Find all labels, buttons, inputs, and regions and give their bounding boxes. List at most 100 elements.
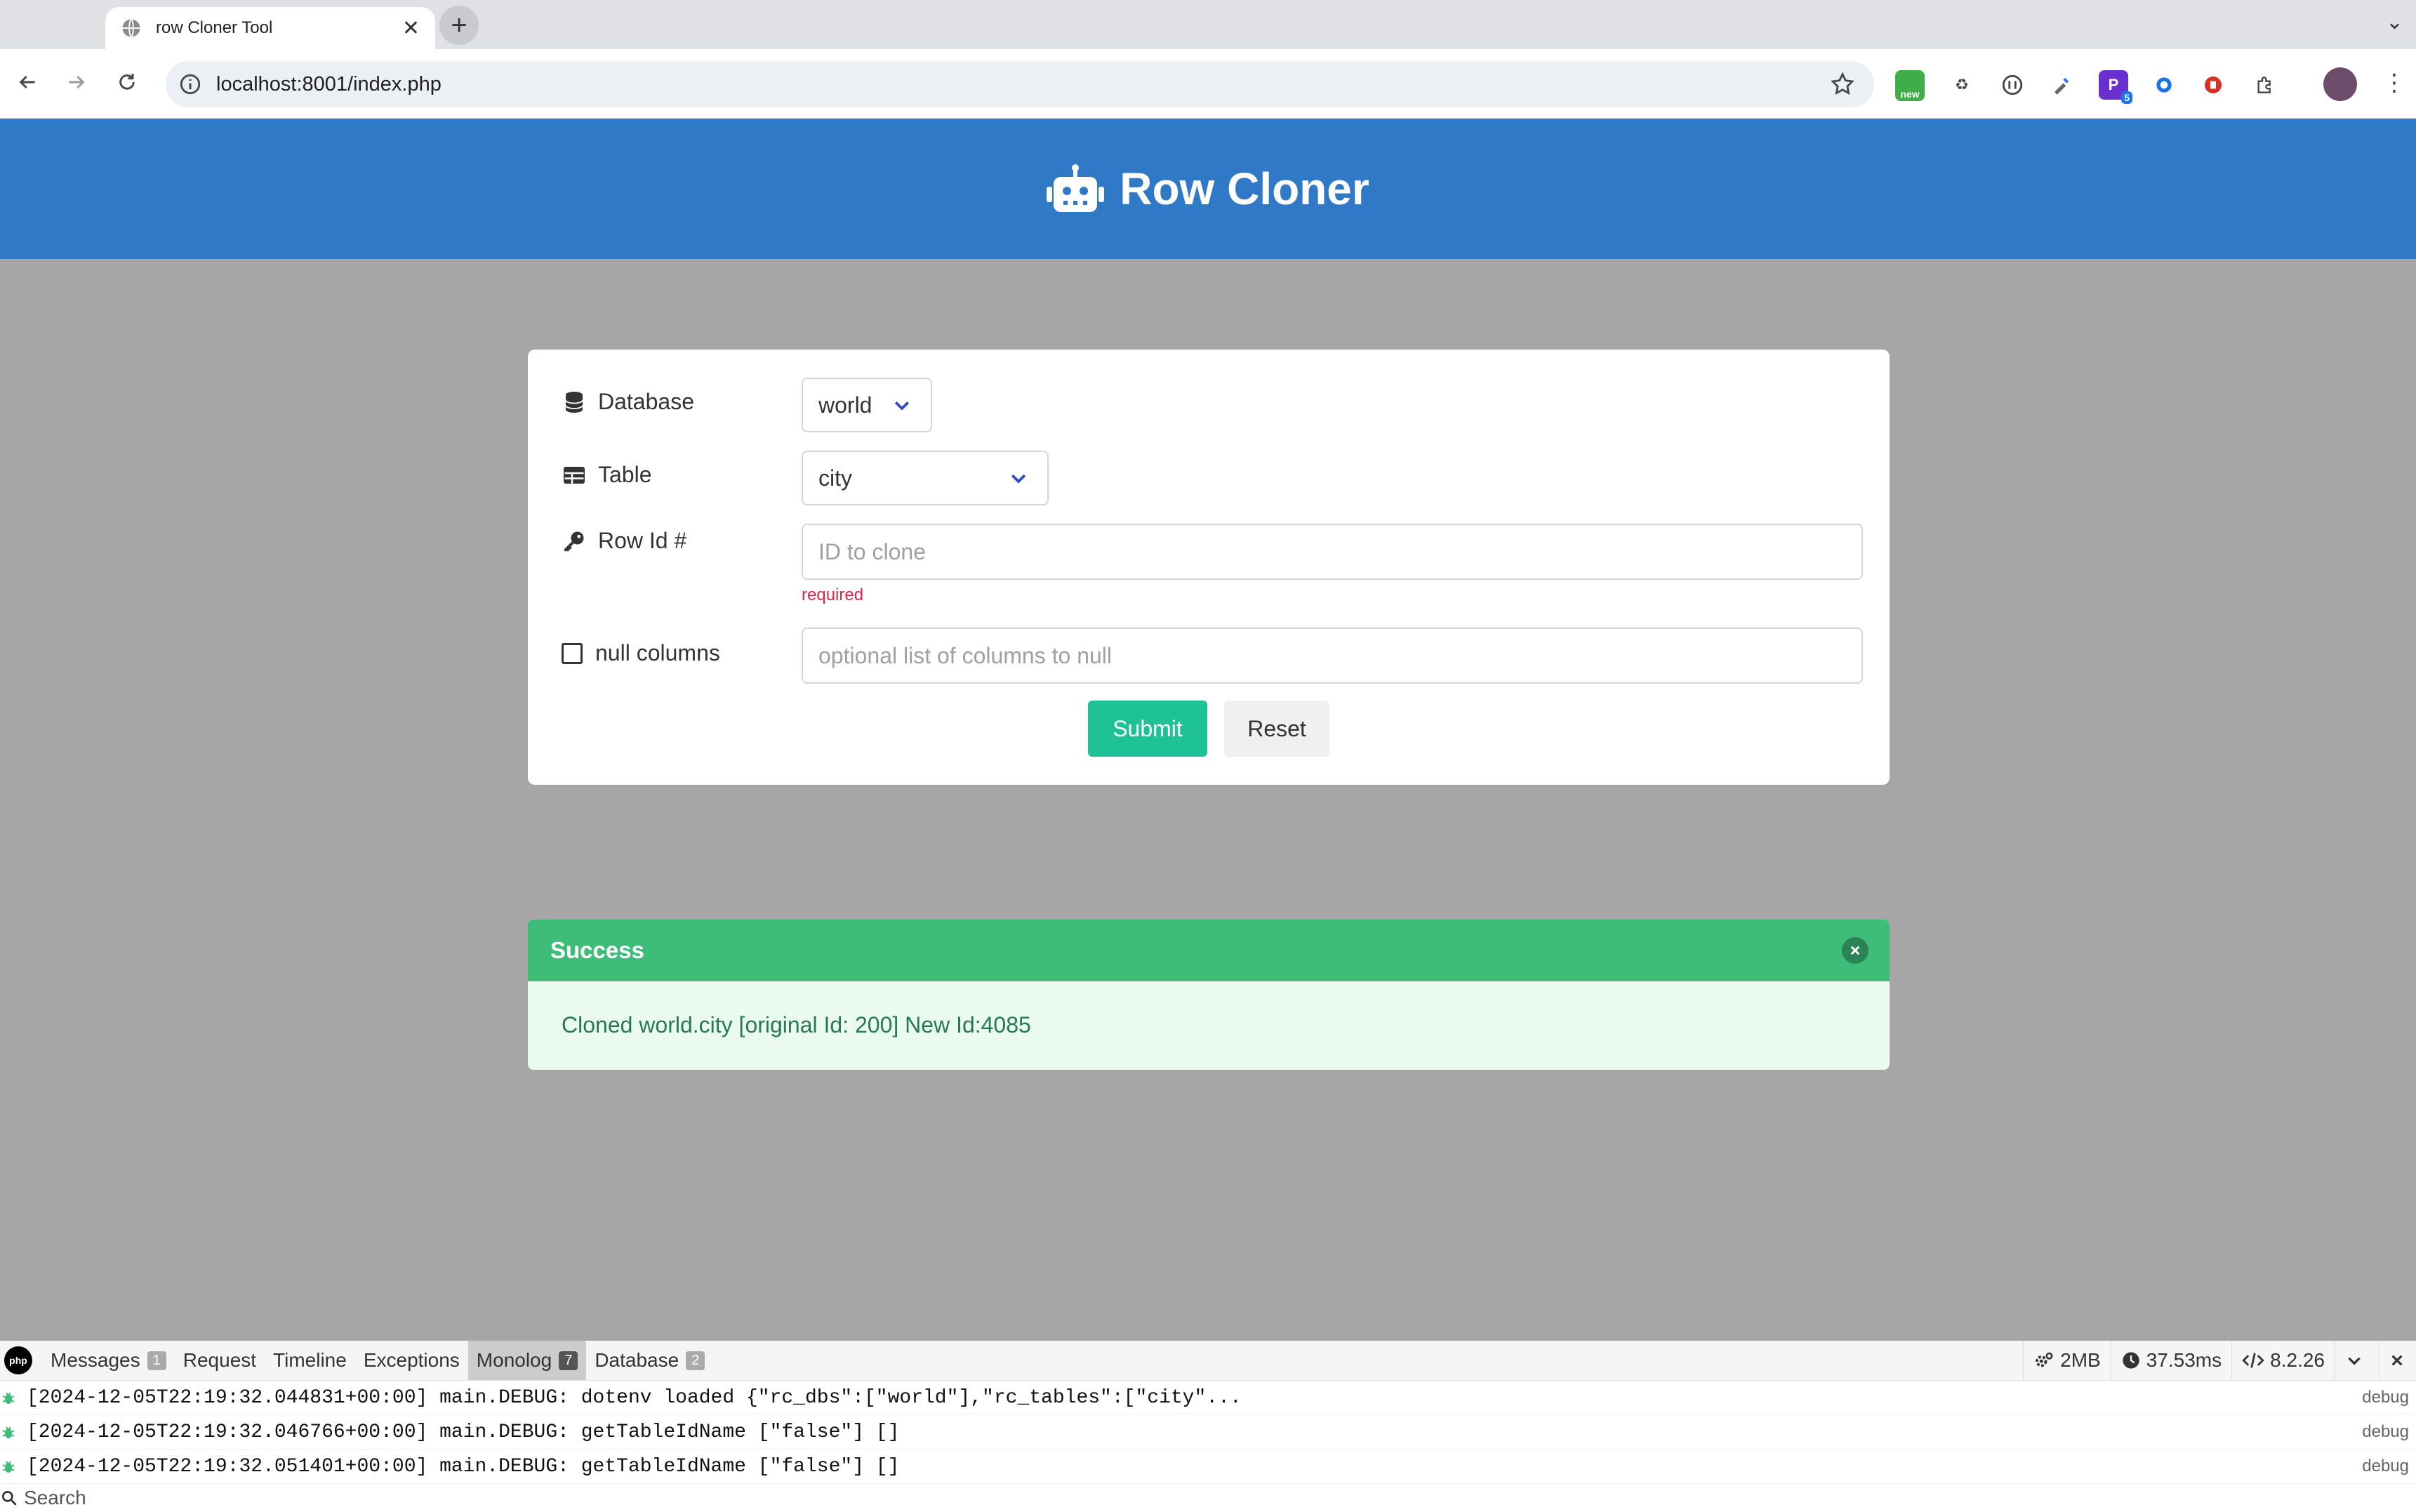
database-label: Database	[562, 389, 694, 415]
log-level: debug	[2362, 1457, 2409, 1475]
debugbar-tab-badge: 2	[686, 1351, 705, 1370]
row-id-required-help: required	[802, 585, 864, 604]
more-menu-icon[interactable]: ⋮	[2382, 69, 2406, 97]
debugbar-minimize-button[interactable]	[2335, 1341, 2379, 1380]
notification-message: Cloned world.city [original Id: 200] New…	[562, 1012, 1031, 1037]
row-id-input[interactable]	[802, 524, 1863, 580]
address-bar[interactable]: localhost:8001/index.php	[166, 61, 1874, 107]
shield-extension-icon[interactable]	[2149, 70, 2179, 100]
puzzle-extension-icon[interactable]	[2250, 70, 2280, 100]
debugbar-close-button[interactable]	[2379, 1341, 2416, 1380]
tab-close-icon[interactable]: ✕	[402, 16, 420, 41]
null-columns-label: null columns	[562, 640, 720, 666]
gears-icon	[2036, 1352, 2053, 1367]
null-columns-input[interactable]	[802, 628, 1863, 684]
clock-icon	[2123, 1352, 2139, 1369]
time-indicator[interactable]: 37.53ms	[2110, 1341, 2231, 1380]
time-value: 37.53ms	[2146, 1349, 2222, 1371]
log-row: [2024-12-05T22:19:32.051401+00:00] main.…	[0, 1450, 2416, 1484]
browser-tab[interactable]: row Cloner Tool ✕	[105, 7, 435, 49]
browser-tabstrip: row Cloner Tool ✕ + ⌄	[0, 0, 2416, 49]
extension-p-label: P	[2108, 76, 2119, 93]
dropper-extension-icon[interactable]	[2047, 70, 2076, 100]
profile-avatar[interactable]	[2323, 67, 2357, 101]
debugbar-search[interactable]: Search	[0, 1484, 2416, 1512]
back-button[interactable]	[10, 65, 45, 100]
chevron-down-icon	[1011, 474, 1026, 484]
log-message: [2024-12-05T22:19:32.044831+00:00] main.…	[27, 1386, 1242, 1409]
log-row: [2024-12-05T22:19:32.046766+00:00] main.…	[0, 1415, 2416, 1450]
bug-icon	[2, 1392, 15, 1404]
close-icon	[2391, 1355, 2403, 1366]
p-extension-icon[interactable]: P5	[2099, 70, 2132, 104]
php-version-value: 8.2.26	[2270, 1349, 2325, 1371]
memory-indicator[interactable]: 2MB	[2023, 1341, 2111, 1380]
database-select[interactable]: world	[802, 378, 932, 432]
submit-button[interactable]: Submit	[1088, 701, 1207, 757]
debugbar-tab-label: Monolog	[476, 1349, 552, 1371]
notification-close-button[interactable]	[1842, 937, 1869, 964]
debugbar-indicators: 2MB 37.53ms 8.2.26	[2023, 1341, 2416, 1380]
notification-header: Success	[528, 920, 1890, 981]
arrow-left-icon	[19, 75, 35, 89]
null-columns-label-text: null columns	[595, 640, 720, 665]
debugbar-header: php Messages 1 Request Timeline Exception…	[0, 1341, 2416, 1381]
tab-title: row Cloner Tool	[156, 18, 273, 37]
table-select[interactable]: city	[802, 451, 1049, 505]
debugbar-tab-request[interactable]: Request	[175, 1341, 265, 1380]
table-icon	[564, 466, 585, 484]
debugbar-tab-label: Exceptions	[363, 1349, 460, 1371]
php-version-indicator[interactable]: 8.2.26	[2231, 1341, 2335, 1380]
recycle-extension-icon[interactable]: ♻	[1947, 70, 1977, 100]
chevron-down-icon	[2348, 1357, 2361, 1365]
debugbar-tab-timeline[interactable]: Timeline	[265, 1341, 355, 1380]
extension-count-badge: 5	[2121, 91, 2132, 104]
debugbar-tab-badge: 7	[559, 1351, 578, 1370]
table-label-text: Table	[598, 462, 652, 487]
debugbar-tab-exceptions[interactable]: Exceptions	[355, 1341, 468, 1380]
new-tab-button[interactable]: +	[439, 6, 479, 45]
database-icon	[565, 391, 583, 413]
red-extension-icon[interactable]	[2198, 70, 2228, 100]
new-badge-extension-icon[interactable]: new	[1895, 70, 1925, 101]
debugbar-search-placeholder: Search	[24, 1487, 86, 1508]
log-level: debug	[2362, 1422, 2409, 1441]
browser-toolbar: localhost:8001/index.php new ♻ P5 ⋮	[0, 49, 2416, 119]
debugbar-tab-label: Messages	[51, 1349, 140, 1371]
code-icon	[2242, 1353, 2264, 1368]
debugbar-tab-badge: 1	[147, 1351, 166, 1370]
row-id-label-text: Row Id #	[598, 528, 687, 553]
reset-button[interactable]: Reset	[1224, 701, 1329, 757]
close-icon	[1850, 946, 1860, 955]
debugbar-tab-database[interactable]: Database 2	[586, 1341, 713, 1380]
row-id-label: Row Id #	[562, 528, 686, 554]
site-info-icon[interactable]	[178, 72, 202, 96]
reload-icon	[119, 74, 135, 90]
php-logo-icon[interactable]: php	[4, 1346, 32, 1374]
database-label-text: Database	[598, 389, 694, 414]
debugbar-tab-label: Request	[182, 1349, 257, 1371]
circle-extension-icon[interactable]	[1998, 70, 2027, 100]
php-debugbar: php Messages 1 Request Timeline Exception…	[0, 1341, 2416, 1512]
database-select-value: world	[818, 392, 872, 418]
bug-icon	[2, 1461, 15, 1473]
table-label: Table	[562, 462, 652, 488]
tab-search-chevron-icon[interactable]: ⌄	[2386, 10, 2403, 34]
robot-icon	[1047, 164, 1105, 212]
bug-icon	[2, 1426, 15, 1438]
plus-icon: +	[451, 9, 467, 41]
url-text[interactable]: localhost:8001/index.php	[216, 73, 1829, 96]
reload-button[interactable]	[109, 65, 145, 100]
forward-button[interactable]	[59, 65, 94, 100]
clone-form-card: Database world Table city Row Id # requi…	[528, 350, 1890, 785]
log-row: [2024-12-05T22:19:32.044831+00:00] main.…	[0, 1381, 2416, 1415]
debugbar-tab-label: Database	[595, 1349, 679, 1371]
success-notification: Success Cloned world.city [original Id: …	[528, 920, 1890, 1070]
debugbar-tab-monolog[interactable]: Monolog 7	[467, 1341, 587, 1380]
null-columns-checkbox[interactable]	[562, 642, 583, 664]
debugbar-tab-messages[interactable]: Messages 1	[42, 1341, 175, 1380]
bookmark-star-icon[interactable]	[1829, 71, 1856, 98]
globe-icon	[122, 18, 140, 38]
app-title: Row Cloner	[1120, 164, 1369, 214]
log-message: [2024-12-05T22:19:32.046766+00:00] main.…	[27, 1421, 900, 1443]
